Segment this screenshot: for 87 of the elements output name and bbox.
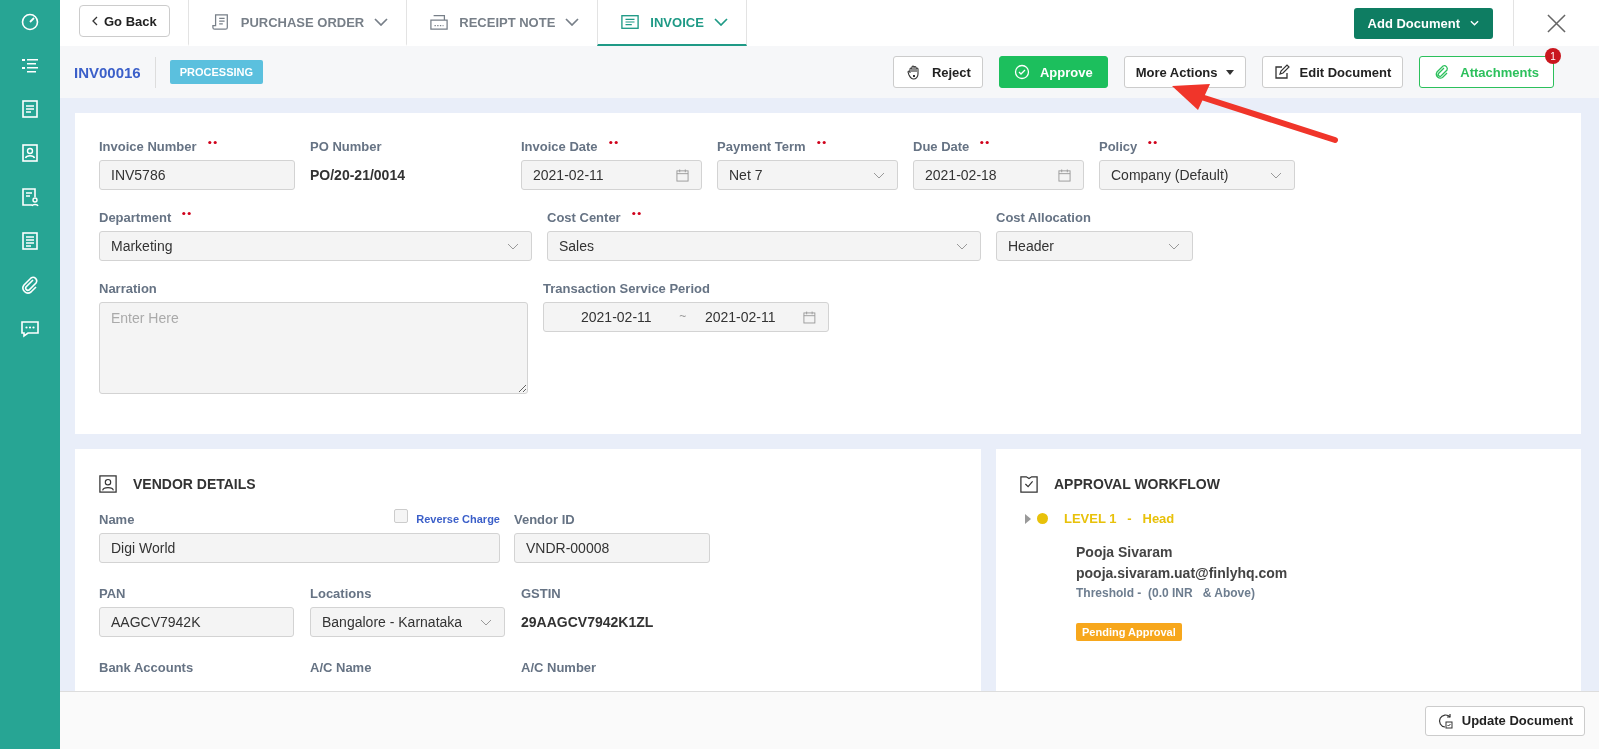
- calendar-icon: [676, 168, 689, 182]
- field-label: Name: [99, 511, 135, 527]
- field-label: Bank Accounts: [99, 659, 194, 675]
- attachment-count-badge: 1: [1545, 48, 1561, 64]
- field-label: Due Date: [913, 138, 970, 154]
- field-label: Cost Center: [547, 209, 621, 225]
- close-icon[interactable]: [1547, 13, 1566, 33]
- dashboard-gauge-icon[interactable]: [20, 11, 40, 31]
- input-field[interactable]: VNDR-00008: [514, 533, 710, 563]
- field-label: PAN: [99, 585, 126, 601]
- go-back-button[interactable]: Go Back: [79, 5, 170, 37]
- chevron-down-icon: [956, 242, 968, 250]
- expand-caret-icon[interactable]: [1025, 513, 1031, 524]
- reverse-charge-checkbox[interactable]: [394, 509, 409, 523]
- calendar-icon: [803, 310, 816, 324]
- check-circle-icon: [1013, 64, 1030, 80]
- chevron-down-icon: [565, 18, 580, 26]
- contact-card-icon[interactable]: [20, 143, 40, 163]
- chat-icon[interactable]: [20, 319, 40, 339]
- field-value: PO/20-21/0014: [310, 166, 406, 185]
- select-field[interactable]: Marketing: [99, 231, 532, 261]
- date-range-field[interactable]: 2021-02-11 ~ 2021-02-11: [543, 302, 829, 332]
- field-label: Department: [99, 209, 172, 225]
- hand-icon: [905, 64, 922, 80]
- update-document-button[interactable]: Update Document: [1424, 705, 1585, 736]
- paperclip-icon: [1434, 64, 1451, 80]
- approver-name: Pooja Sivaram: [1076, 543, 1173, 562]
- field-label: GSTIN: [521, 585, 561, 601]
- field-label: Cost Allocation: [996, 209, 1091, 225]
- section-title: APPROVAL WORKFLOW: [1054, 476, 1220, 492]
- date-field[interactable]: 2021-02-18: [913, 160, 1084, 190]
- chevron-down-icon: [1168, 242, 1180, 250]
- select-field[interactable]: Header: [996, 231, 1193, 261]
- edit-document-button[interactable]: Edit Document: [1261, 56, 1404, 88]
- field-label: Transaction Service Period: [543, 280, 710, 296]
- scroll-document-icon: [210, 13, 231, 31]
- input-field[interactable]: INV5786: [99, 160, 295, 190]
- date-field[interactable]: 2021-02-11: [521, 160, 702, 190]
- add-document-button[interactable]: Add Document: [1353, 7, 1493, 39]
- refresh-document-icon: [1436, 712, 1453, 729]
- field-label: A/C Number: [521, 659, 597, 675]
- caret-icon: [1225, 69, 1234, 75]
- select-field[interactable]: Sales: [547, 231, 981, 261]
- select-field[interactable]: Bangalore - Karnataka: [310, 607, 505, 637]
- printer-icon: [429, 13, 450, 31]
- checkbox-label: Reverse Charge: [416, 513, 500, 525]
- chevron-down-icon: [1270, 171, 1282, 179]
- select-field[interactable]: Company (Default): [1099, 160, 1295, 190]
- status-badge: Pending Approval: [1076, 623, 1182, 641]
- field-label: Policy: [1099, 138, 1138, 154]
- field-label: Invoice Number: [99, 138, 197, 154]
- calendar-icon: [1058, 168, 1071, 182]
- approval-level: LEVEL 1 - Head: [1064, 511, 1175, 526]
- chevron-down-icon: [873, 171, 885, 179]
- chevron-down-icon: [480, 618, 492, 626]
- contact-card-icon: [99, 475, 117, 493]
- paperclip-icon[interactable]: [20, 275, 40, 295]
- document-icon[interactable]: [20, 99, 40, 119]
- edit-icon: [1273, 64, 1290, 80]
- status-badge: PROCESSING: [169, 60, 264, 84]
- field-label: Locations: [310, 585, 372, 601]
- more-actions-button[interactable]: More Actions: [1123, 56, 1246, 88]
- reject-button[interactable]: Reject: [892, 56, 983, 88]
- field-value: 29AAGCV7942K1ZL: [521, 613, 655, 632]
- checklist-icon: [1020, 475, 1038, 493]
- chevron-left-icon: [92, 16, 98, 26]
- field-label: Narration: [99, 280, 157, 296]
- field-label: PO Number: [310, 138, 382, 154]
- field-label: Vendor ID: [514, 511, 575, 527]
- field-label: A/C Name: [310, 659, 372, 675]
- document-list-icon: [620, 13, 641, 31]
- threshold-text: Threshold - (0.0 INR & Above): [1076, 586, 1255, 600]
- chevron-down-icon: [507, 242, 519, 250]
- input-field[interactable]: Digi World: [99, 533, 500, 563]
- form-icon[interactable]: [20, 231, 40, 251]
- select-field[interactable]: Net 7: [717, 160, 898, 190]
- input-field[interactable]: AAGCV7942K: [99, 607, 294, 637]
- field-label: Invoice Date: [521, 138, 598, 154]
- chevron-down-icon: [1470, 20, 1479, 26]
- section-title: VENDOR DETAILS: [133, 476, 256, 492]
- chevron-down-icon: [374, 18, 389, 26]
- document-person-icon[interactable]: [20, 187, 40, 207]
- approver-email: pooja.sivaram.uat@finlyhq.com: [1076, 564, 1288, 583]
- chevron-down-icon: [713, 18, 728, 26]
- narration-textarea[interactable]: Enter Here: [99, 302, 528, 394]
- field-label: Payment Term: [717, 138, 806, 154]
- document-number: INV00016: [74, 63, 141, 81]
